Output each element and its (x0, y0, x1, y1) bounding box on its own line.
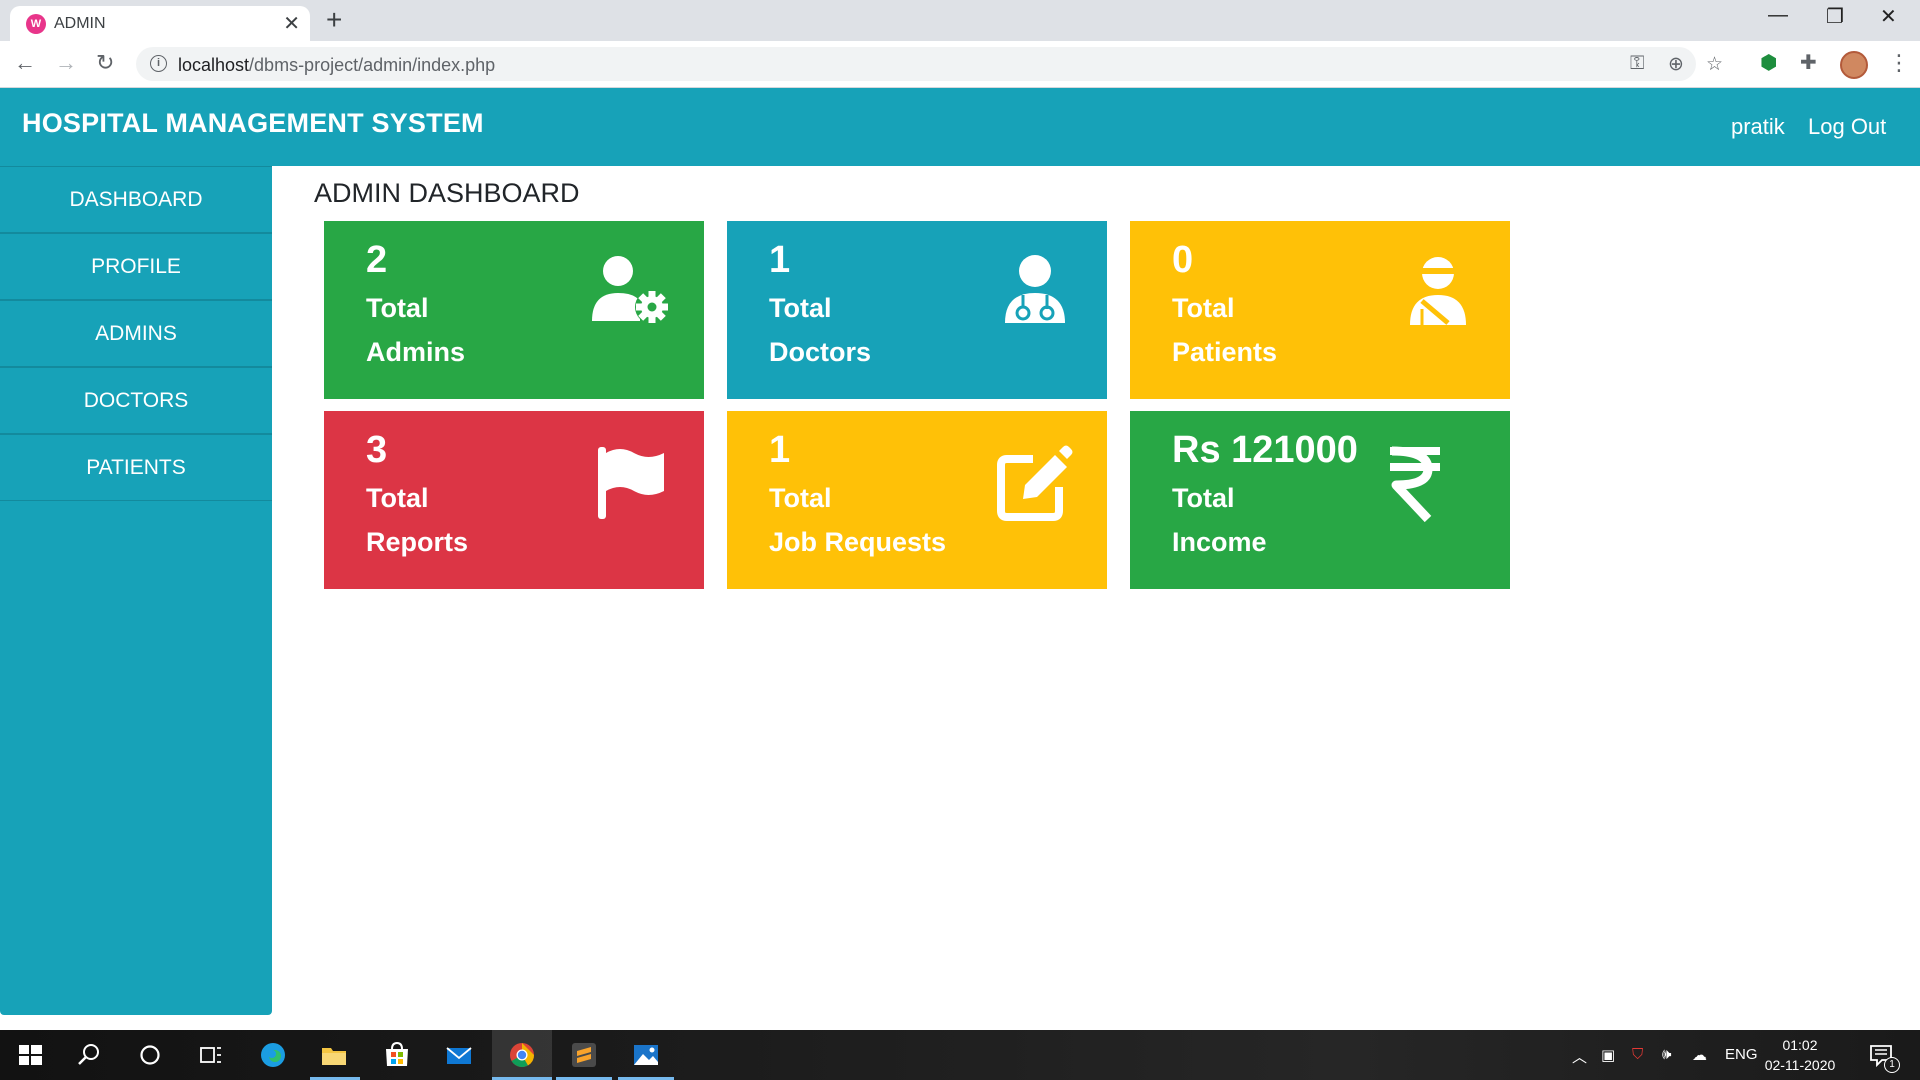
search-icon[interactable] (74, 1040, 104, 1070)
card-total-reports[interactable]: 3 Total Reports (324, 411, 704, 589)
card-label-line1: Total (366, 293, 429, 323)
reload-icon[interactable]: ↻ (96, 50, 114, 76)
card-value: 3 (366, 429, 388, 471)
clock-time: 01:02 (1782, 1037, 1818, 1053)
card-value: Rs 121000 (1172, 429, 1358, 471)
sidebar-item-dashboard[interactable]: DASHBOARD (0, 166, 272, 233)
mcafee-shield-icon[interactable]: ⛉ (1632, 1046, 1643, 1063)
flag-icon (598, 447, 664, 519)
windows-taskbar: ︿ ▣ ⛉ 🕪 ☁ ENG 01:02 02-11-2020 1 (0, 1030, 1920, 1080)
edge-browser-icon[interactable] (258, 1040, 288, 1070)
card-total-doctors[interactable]: 1 Total Doctors (727, 221, 1107, 399)
photos-app-icon[interactable] (631, 1040, 661, 1070)
card-label-line2: Job Requests (769, 527, 947, 557)
sidebar: DASHBOARD PROFILE ADMINS DOCTORS PATIENT… (0, 166, 272, 1015)
bookmark-star-icon[interactable]: ☆ (1706, 53, 1723, 76)
close-window-button[interactable]: ✕ (1880, 4, 1897, 29)
clock[interactable]: 01:02 02-11-2020 (1760, 1035, 1840, 1075)
edit-icon (997, 445, 1073, 521)
sidebar-item-admins[interactable]: ADMINS (0, 300, 272, 367)
card-total-job-requests[interactable]: 1 Total Job Requests (727, 411, 1107, 589)
card-label-line1: Total (366, 483, 429, 513)
chevron-up-icon[interactable]: ︿ (1572, 1046, 1587, 1067)
card-total-admins[interactable]: 2 Total Admins (324, 221, 704, 399)
mail-icon[interactable] (444, 1040, 474, 1070)
notification-count-badge: 1 (1884, 1057, 1900, 1073)
language-indicator[interactable]: ENG (1725, 1046, 1758, 1063)
card-label-line1: Total (769, 293, 832, 323)
browser-menu-icon[interactable]: ⋮ (1888, 50, 1910, 76)
key-icon[interactable]: ⚿ (1630, 53, 1644, 75)
rupee-icon (1390, 446, 1440, 523)
cortana-icon[interactable] (135, 1040, 165, 1070)
new-tab-button[interactable]: + (326, 4, 342, 36)
android-extension-icon[interactable]: ⬢ (1760, 50, 1777, 75)
app-header: HOSPITAL MANAGEMENT SYSTEM pratik Log Ou… (0, 88, 1920, 166)
browser-toolbar: ← → ↻ i localhost/dbms-project/admin/ind… (0, 41, 1920, 88)
windows-start-icon[interactable] (15, 1040, 45, 1070)
card-label-line2: Income (1172, 527, 1267, 557)
site-info-icon[interactable]: i (150, 55, 167, 72)
card-label-line1: Total (1172, 483, 1235, 513)
address-bar[interactable]: i localhost/dbms-project/admin/index.php… (136, 47, 1723, 81)
card-label-line2: Admins (366, 337, 466, 367)
card-total-patients[interactable]: 0 Total Patients (1130, 221, 1510, 399)
card-label-line1: Total (1172, 293, 1235, 323)
doctor-icon (1005, 255, 1065, 323)
sidebar-item-profile[interactable]: PROFILE (0, 233, 272, 300)
sidebar-item-patients[interactable]: PATIENTS (0, 434, 272, 501)
profile-avatar[interactable] (1840, 51, 1868, 79)
back-arrow-icon[interactable]: ← (14, 50, 36, 76)
card-label-line2: Reports (366, 527, 469, 557)
task-view-icon[interactable] (196, 1040, 226, 1070)
card-value: 1 (769, 429, 791, 471)
wamp-favicon-icon: W (26, 14, 46, 34)
card-label-line2: Doctors (769, 337, 872, 367)
forward-arrow-icon[interactable]: → (55, 50, 77, 76)
tab-title: ADMIN (54, 15, 106, 32)
card-total-income[interactable]: Rs 121000 Total Income (1130, 411, 1510, 589)
volume-icon[interactable]: 🕪 (1662, 1046, 1671, 1063)
card-value: 2 (366, 239, 388, 281)
onedrive-cloud-icon[interactable]: ☁ (1692, 1046, 1707, 1064)
sublime-text-icon[interactable] (569, 1040, 599, 1070)
logout-link[interactable]: Log Out (1808, 114, 1886, 140)
microsoft-store-icon[interactable] (382, 1040, 412, 1070)
sidebar-item-doctors[interactable]: DOCTORS (0, 367, 272, 434)
restore-window-button[interactable]: ❐ (1826, 4, 1844, 29)
card-value: 0 (1172, 239, 1194, 281)
card-label-line1: Total (769, 483, 832, 513)
chrome-browser-icon[interactable] (507, 1040, 537, 1070)
user-profile-link[interactable]: pratik (1731, 114, 1785, 140)
close-tab-icon[interactable]: ✕ (283, 11, 300, 36)
extensions-puzzle-icon[interactable]: ✚ (1800, 50, 1817, 75)
zoom-icon[interactable]: ⊕ (1668, 53, 1684, 76)
user-gear-icon (592, 256, 669, 324)
browser-tab-admin[interactable]: W ADMIN ✕ (10, 6, 310, 41)
injured-patient-icon (1410, 257, 1466, 325)
card-value: 1 (769, 239, 791, 281)
minimize-window-button[interactable]: — (1768, 4, 1788, 27)
page-title: ADMIN DASHBOARD (314, 178, 580, 208)
browser-tabstrip: W ADMIN ✕ + — ❐ ✕ (0, 0, 1920, 41)
network-icon[interactable]: ▣ (1601, 1046, 1615, 1064)
file-explorer-icon[interactable] (319, 1040, 349, 1070)
brand-title: HOSPITAL MANAGEMENT SYSTEM (22, 108, 484, 138)
card-label-line2: Patients (1172, 337, 1278, 367)
clock-date: 02-11-2020 (1764, 1057, 1836, 1073)
url-text: localhost/dbms-project/admin/index.php (178, 55, 496, 75)
